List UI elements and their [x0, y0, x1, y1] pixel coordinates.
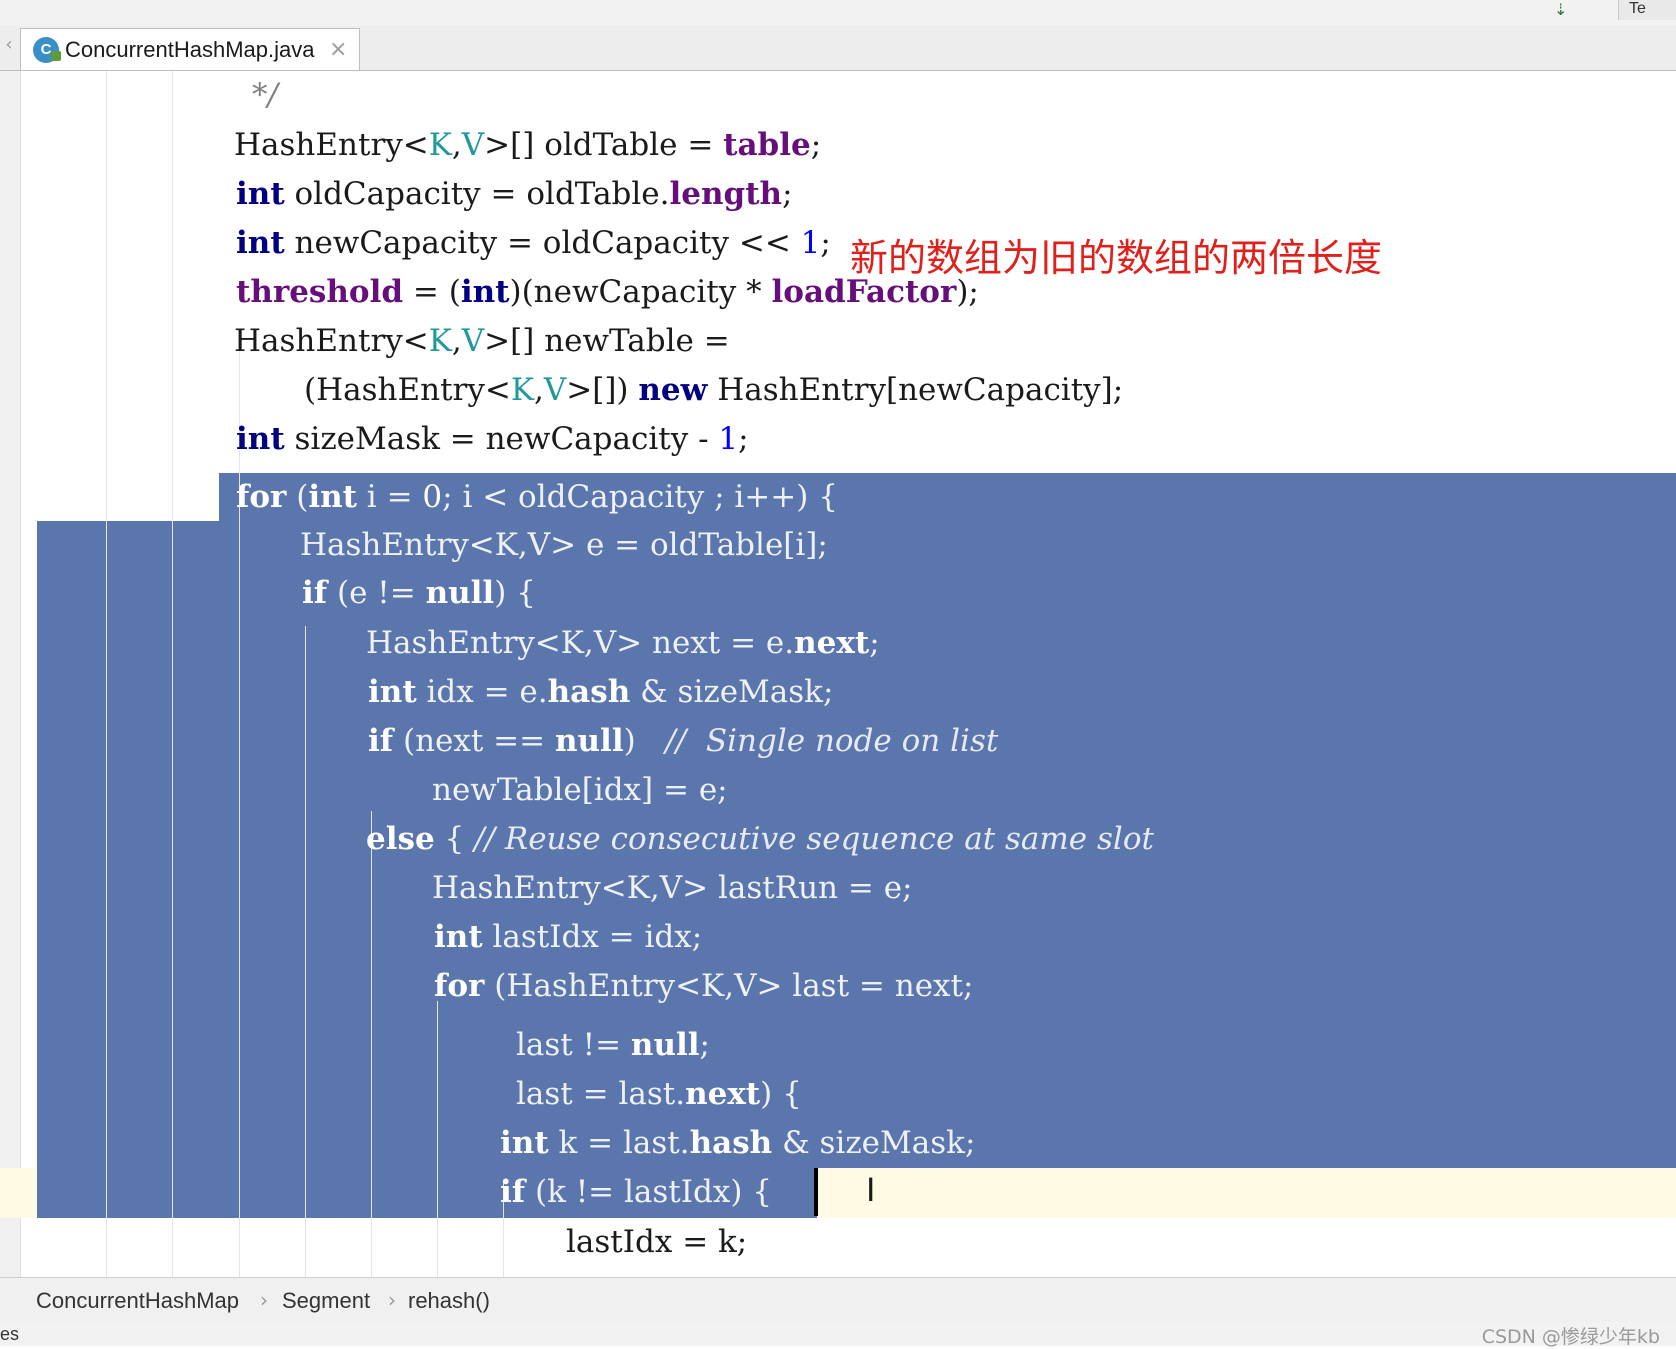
breadcrumb-item-class[interactable]: ConcurrentHashMap — [36, 1288, 239, 1314]
indent-guide — [437, 1001, 438, 1277]
code-line[interactable]: lastIdx = k; — [566, 1218, 747, 1267]
indent-guide — [305, 626, 306, 1277]
text-caret — [814, 1168, 818, 1216]
code-line[interactable]: last != null; — [516, 1021, 710, 1070]
lock-icon — [51, 51, 61, 61]
indent-guide — [106, 71, 107, 1277]
code-line[interactable]: if (k != lastIdx) { — [500, 1168, 772, 1217]
status-bar: es CSDN @惨绿少年kb — [0, 1322, 1676, 1348]
code-line[interactable]: HashEntry<K,V> lastRun = e; — [432, 864, 913, 913]
code-line[interactable]: int lastIdx = idx; — [434, 913, 702, 962]
tab-title: ConcurrentHashMap.java — [65, 37, 315, 62]
toolbar-button[interactable]: Te — [1618, 0, 1676, 20]
code-line[interactable]: HashEntry<K,V> e = oldTable[i]; — [300, 521, 828, 570]
editor-gutter[interactable] — [0, 71, 21, 1277]
code-line[interactable]: newTable[idx] = e; — [432, 766, 728, 815]
watermark: CSDN @惨绿少年kb — [1481, 1326, 1660, 1348]
close-icon[interactable]: × — [329, 37, 347, 62]
code-line[interactable]: */ — [252, 71, 278, 120]
breadcrumb: ConcurrentHashMap › Segment › rehash() — [0, 1277, 1676, 1323]
vcs-update-icon[interactable]: ⇣ — [1554, 0, 1584, 20]
code-line[interactable]: HashEntry<K,V>[] oldTable = table; — [234, 121, 821, 170]
breadcrumb-item-method[interactable]: rehash() — [408, 1288, 490, 1314]
code-line[interactable]: int sizeMask = newCapacity - 1; — [236, 415, 749, 464]
code-line[interactable]: HashEntry<K,V>[] newTable = — [234, 317, 730, 366]
code-line[interactable]: for (int i = 0; i < oldCapacity ; i++) { — [236, 473, 838, 522]
code-line[interactable]: int idx = e.hash & sizeMask; — [368, 668, 833, 717]
top-toolbar: ⇣ Te — [0, 0, 1676, 27]
breadcrumb-separator: › — [388, 1288, 396, 1312]
code-line[interactable]: int k = last.hash & sizeMask; — [500, 1119, 975, 1168]
editor-tab-bar: ‹ C ConcurrentHashMap.java × — [0, 26, 1676, 71]
code-line[interactable]: int newCapacity = oldCapacity << 1; — [236, 219, 831, 268]
text-cursor-icon: I — [866, 1171, 876, 1209]
code-line[interactable]: last = last.next) { — [516, 1070, 802, 1119]
code-line[interactable]: if (next == null) // Single node on list — [368, 717, 998, 766]
code-line[interactable]: for (HashEntry<K,V> last = next; — [434, 962, 973, 1011]
breadcrumb-item-segment[interactable]: Segment — [282, 1288, 370, 1314]
editor-tab[interactable]: C ConcurrentHashMap.java × — [20, 28, 360, 70]
annotation-note: 新的数组为旧的数组的两倍长度 — [850, 236, 1383, 280]
code-line[interactable]: if (e != null) { — [302, 569, 536, 618]
indent-guide — [172, 71, 173, 1277]
tab-scroll-left-icon[interactable]: ‹ — [0, 34, 18, 60]
code-editor[interactable]: */ HashEntry<K,V>[] oldTable = table; in… — [0, 71, 1676, 1277]
code-line[interactable]: int oldCapacity = oldTable.length; — [236, 170, 793, 219]
code-line[interactable]: (HashEntry<K,V>[]) new HashEntry[newCapa… — [304, 366, 1123, 415]
breadcrumb-separator: › — [260, 1288, 268, 1312]
status-text: es — [0, 1324, 20, 1344]
code-line[interactable]: else { // Reuse consecutive sequence at … — [366, 815, 1154, 864]
indent-guide — [371, 811, 372, 1277]
code-line[interactable]: HashEntry<K,V> next = e.next; — [366, 619, 880, 668]
